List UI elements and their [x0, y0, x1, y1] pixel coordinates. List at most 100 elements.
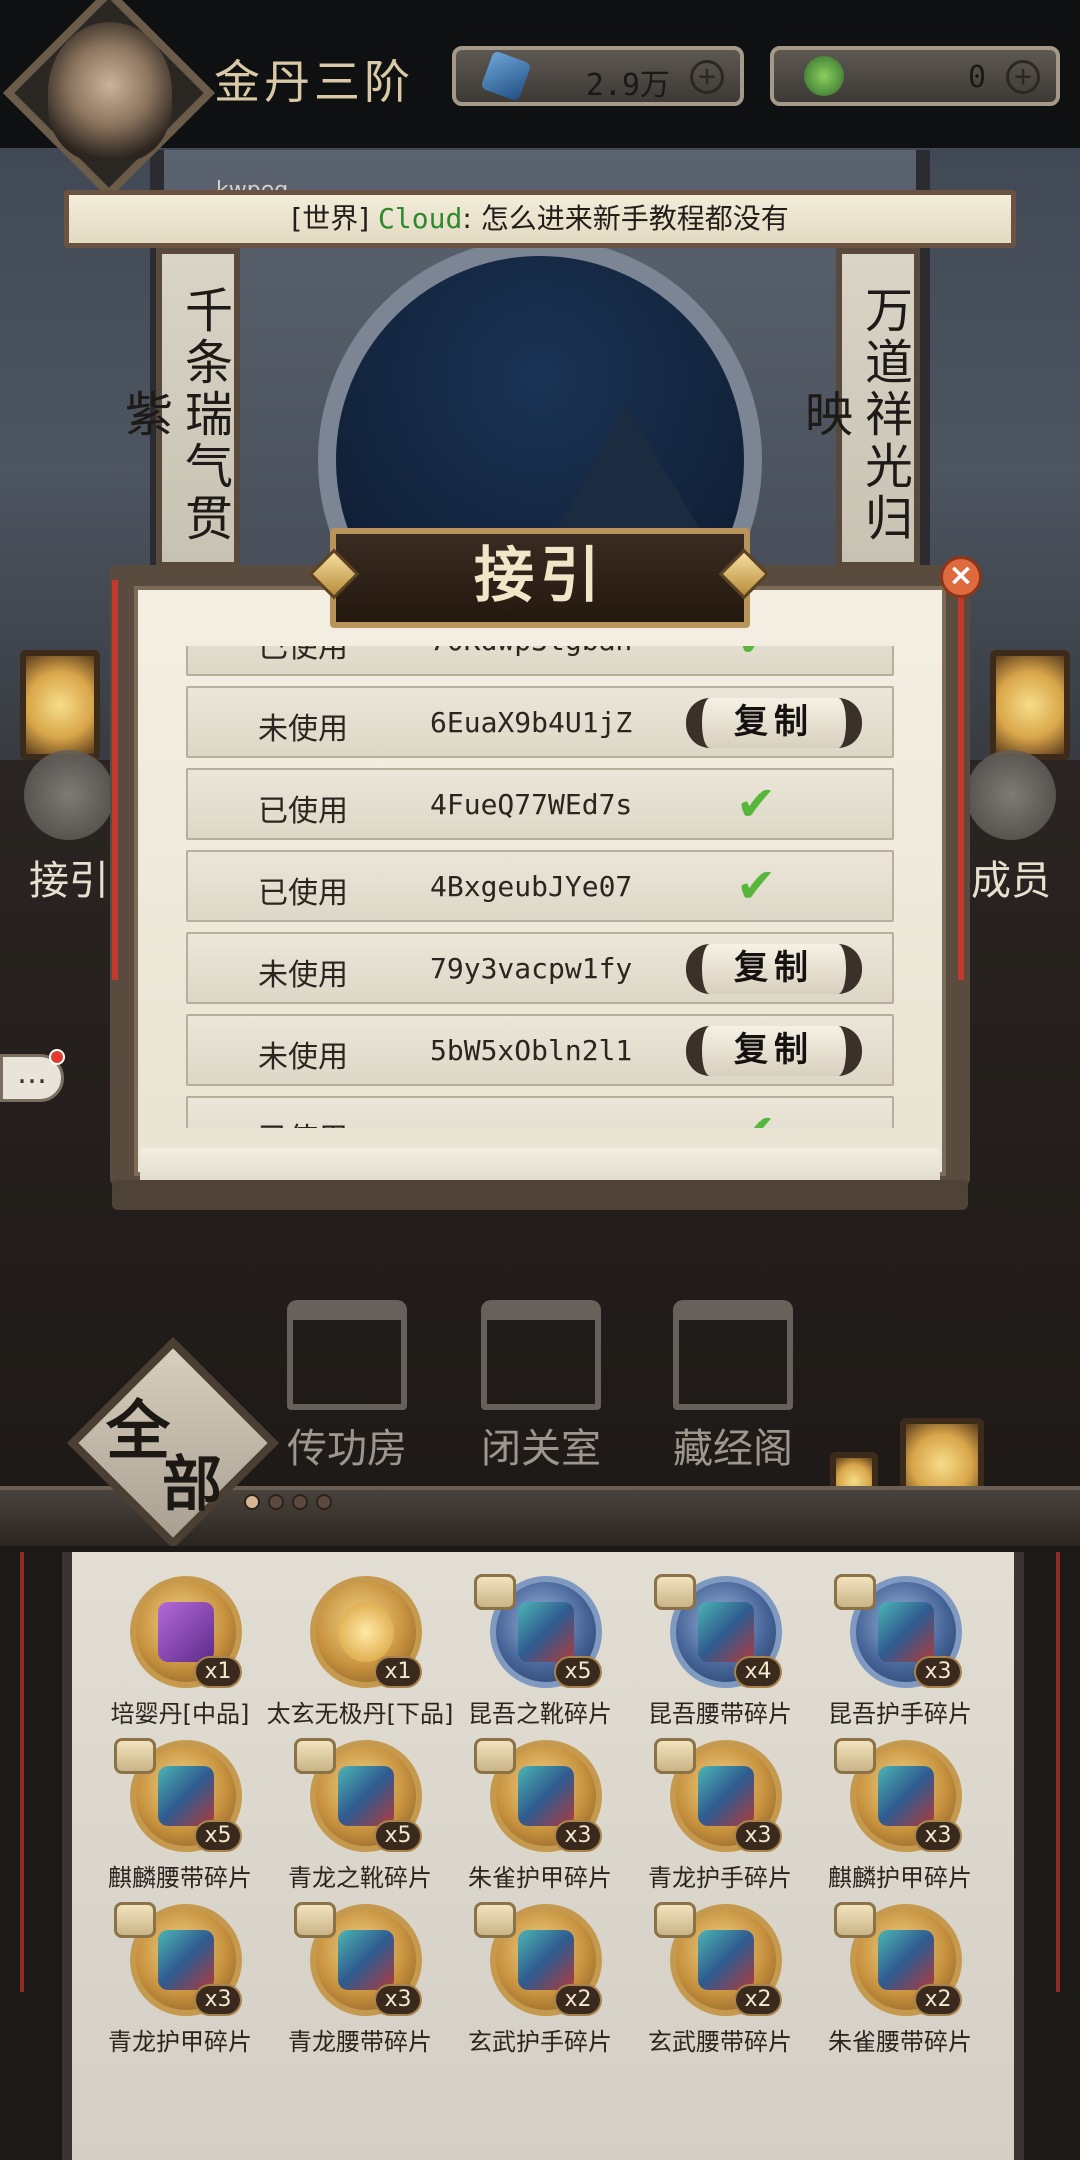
item-qty: x5 [374, 1820, 422, 1852]
lantern-icon [20, 650, 100, 760]
code-value: 5bW5xObln2l1 [430, 1034, 633, 1067]
inventory-item[interactable]: x5 青龙之靴碎片 [270, 1736, 450, 1892]
inventory-item[interactable]: x2 玄武腰带碎片 [630, 1900, 810, 2056]
inventory-item[interactable]: x3 青龙腰带碎片 [270, 1900, 450, 2056]
item-qty: x2 [554, 1984, 602, 2016]
scroll-pole-left [112, 580, 118, 980]
scroll-base [112, 1180, 968, 1210]
item-qty: x3 [194, 1984, 242, 2016]
item-name: 麒麟护甲碎片 [828, 1864, 972, 1892]
tassel-rod [1056, 1552, 1060, 1992]
top-bar: 金丹三阶 2.9万 + 0 + [0, 0, 1080, 200]
all-tab[interactable]: 全 部 [100, 1380, 260, 1520]
all-tab-char-2: 部 [162, 1450, 222, 1520]
members-icon [966, 750, 1056, 840]
item-name: 青龙护甲碎片 [108, 2028, 252, 2056]
puzzle-piece-icon [114, 1902, 156, 1938]
armor-fragment-icon [158, 1930, 214, 1990]
code-row: 已使用 70Kdwp3tgban ✔ [186, 646, 894, 676]
puzzle-piece-icon [654, 1574, 696, 1610]
room-seclusion[interactable]: 闭关室 [466, 1300, 616, 1474]
pavilion-icon [287, 1300, 407, 1410]
armor-fragment-icon [518, 1766, 574, 1826]
belt-fragment-icon [158, 1766, 214, 1826]
puzzle-piece-icon [294, 1738, 336, 1774]
room-label: 闭关室 [481, 1426, 601, 1472]
inventory-item[interactable]: x1 太玄无极丹[下品] [267, 1572, 453, 1728]
tassel-rod [20, 1552, 24, 1992]
gauntlet-fragment-icon [518, 1930, 574, 1990]
puzzle-piece-icon [474, 1902, 516, 1938]
code-status: 已使用 [258, 646, 348, 665]
item-qty: x2 [914, 1984, 962, 2016]
inventory-item[interactable]: x1 培婴丹[中品] [90, 1572, 270, 1728]
item-name: 麒麟腰带碎片 [108, 1864, 252, 1892]
world-chat-banner[interactable]: [世界] Cloud: 怎么进来新手教程都没有 [64, 190, 1016, 248]
inventory-item[interactable]: x3 青龙护甲碎片 [90, 1900, 270, 2056]
dialog-title: 接引 [330, 528, 750, 628]
room-scripture-library[interactable]: 藏经阁 [658, 1300, 808, 1474]
check-icon: ✔ [736, 646, 776, 668]
golden-pill-icon [338, 1602, 394, 1662]
lantern-icon [990, 650, 1070, 760]
puzzle-piece-icon [294, 1902, 336, 1938]
puzzle-piece-icon [654, 1738, 696, 1774]
couplet-right: 万道祥光归映 [796, 248, 920, 568]
boots-fragment-icon [338, 1766, 394, 1826]
inventory-item[interactable]: x5 昆吾之靴碎片 [450, 1572, 630, 1728]
currency-crystal: 2.9万 + [452, 46, 744, 106]
item-name: 培婴丹[中品] [110, 1700, 250, 1728]
item-name: 昆吾护手碎片 [828, 1700, 972, 1728]
inventory-item[interactable]: x2 朱雀腰带碎片 [810, 1900, 990, 2056]
inventory-item[interactable]: x5 麒麟腰带碎片 [90, 1736, 270, 1892]
item-qty: x5 [194, 1820, 242, 1852]
page-dot [292, 1494, 308, 1510]
copy-button[interactable]: 复制 [686, 698, 862, 748]
armor-fragment-icon [878, 1766, 934, 1826]
add-jade-button[interactable]: + [1006, 60, 1040, 94]
add-crystal-button[interactable]: + [690, 60, 724, 94]
copy-button[interactable]: 复制 [686, 1026, 862, 1076]
notification-dot [49, 1049, 65, 1065]
puzzle-piece-icon [834, 1902, 876, 1938]
invite-code-list[interactable]: 已使用 70Kdwp3tgban ✔ 未使用 6EuaX9b4U1jZ 复制 已… [186, 646, 894, 1128]
gauntlet-fragment-icon [698, 1766, 754, 1826]
inventory-item[interactable]: x4 昆吾腰带碎片 [630, 1572, 810, 1728]
item-qty: x3 [374, 1984, 422, 2016]
item-name: 太玄无极丹[下品] [266, 1700, 454, 1728]
avatar[interactable] [48, 22, 172, 162]
item-name: 青龙护手碎片 [648, 1864, 792, 1892]
chat-channel: [世界] [291, 202, 370, 235]
copy-button[interactable]: 复制 [686, 944, 862, 994]
chat-sender: Cloud [378, 202, 463, 235]
room-skill-transfer[interactable]: 传功房 [272, 1300, 422, 1474]
puzzle-piece-icon [474, 1574, 516, 1610]
code-status: 已使用 [258, 876, 348, 911]
page-dot [316, 1494, 332, 1510]
code-value: 4FueQ77WEd7s [430, 788, 633, 821]
code-row: 已使用 ✔ [186, 1096, 894, 1128]
code-value: 4BxgeubJYe07 [430, 870, 633, 903]
belt-fragment-icon [338, 1930, 394, 1990]
puzzle-piece-icon [834, 1574, 876, 1610]
page-indicator [244, 1494, 332, 1510]
inventory-item[interactable]: x2 玄武护手碎片 [450, 1900, 630, 2056]
inventory-item[interactable]: x3 青龙护手碎片 [630, 1736, 810, 1892]
code-value: 79y3vacpw1fy [430, 952, 633, 985]
item-qty: x3 [914, 1820, 962, 1852]
inventory-item[interactable]: x3 麒麟护甲碎片 [810, 1736, 990, 1892]
recruit-icon [24, 750, 114, 840]
close-button[interactable]: × [940, 556, 982, 598]
page-dot [268, 1494, 284, 1510]
chat-message: 怎么进来新手教程都没有 [480, 202, 789, 235]
chat-button[interactable]: … [0, 1049, 65, 1102]
all-tab-char-1: 全 [106, 1394, 170, 1469]
inventory-item[interactable]: x3 昆吾护手碎片 [810, 1572, 990, 1728]
inventory-item[interactable]: x3 朱雀护甲碎片 [450, 1736, 630, 1892]
puzzle-piece-icon [114, 1738, 156, 1774]
item-name: 昆吾腰带碎片 [648, 1700, 792, 1728]
item-qty: x5 [554, 1656, 602, 1688]
puzzle-piece-icon [834, 1738, 876, 1774]
item-qty: x1 [374, 1656, 422, 1688]
couplet-left: 千条瑞气贯紫 [116, 248, 240, 568]
